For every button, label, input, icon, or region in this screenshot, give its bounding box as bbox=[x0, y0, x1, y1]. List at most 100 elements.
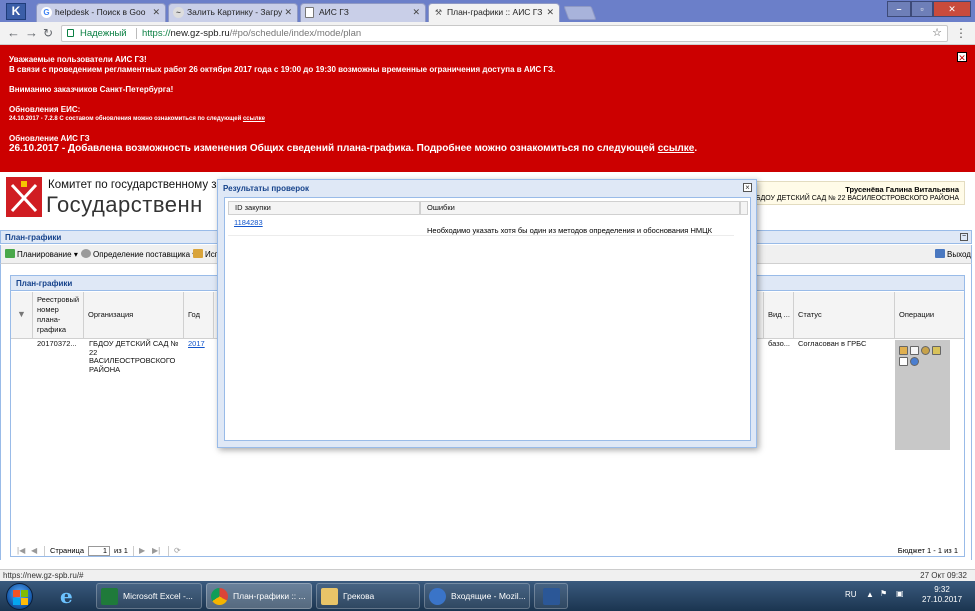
tab-upload-image[interactable]: ~ Залить Картинку - Загру ✕ bbox=[168, 3, 298, 22]
filter-icon: ▼ bbox=[17, 309, 26, 319]
url-input[interactable]: Надежный https://new.gz-spb.ru/#po/sched… bbox=[61, 25, 948, 42]
column-filter[interactable]: ▼ bbox=[11, 292, 33, 339]
tab-title: helpdesk - Поиск в Goo bbox=[55, 7, 146, 17]
status-bar: https://new.gz-spb.ru/# 27 Окт 09:32 bbox=[0, 569, 975, 581]
column-purchase-id[interactable]: ID закупки bbox=[228, 201, 420, 215]
reload-icon[interactable]: ↻ bbox=[43, 25, 53, 41]
network-icon[interactable]: ▣ bbox=[896, 589, 904, 598]
window-controls: – ▫ ✕ bbox=[887, 1, 971, 17]
dialog-close-icon[interactable]: × bbox=[743, 183, 752, 192]
banner-eis-title: Обновления ЕИС: bbox=[9, 105, 81, 114]
settings-icon[interactable] bbox=[921, 346, 930, 355]
tab-helpdesk-search[interactable]: G helpdesk - Поиск в Goo ✕ bbox=[36, 3, 166, 22]
collapse-button[interactable]: − bbox=[960, 233, 968, 241]
flag-icon[interactable]: ⚑ bbox=[880, 589, 887, 598]
tab-title: АИС ГЗ bbox=[319, 7, 349, 17]
result-row[interactable]: 1184283 Необходимо указать хотя бы один … bbox=[228, 216, 734, 236]
last-page-button[interactable]: ▶| bbox=[152, 545, 160, 557]
banner-ais-text: 26.10.2017 - Добавлена возможность измен… bbox=[9, 143, 698, 154]
minimize-button[interactable]: – bbox=[887, 1, 911, 17]
tab-close-icon[interactable]: ✕ bbox=[412, 4, 420, 21]
execution-menu-button[interactable]: Исп bbox=[193, 248, 219, 261]
user-name: Трусенёва Галина Витальевна bbox=[845, 185, 959, 194]
tab-ais-gz[interactable]: АИС ГЗ ✕ bbox=[300, 3, 426, 22]
exit-icon bbox=[935, 249, 945, 258]
page-icon bbox=[305, 7, 314, 18]
chrome-icon bbox=[211, 588, 228, 605]
page-label: Страница bbox=[50, 546, 84, 555]
banner-ais-title: Обновление АИС ГЗ bbox=[9, 134, 90, 143]
system-clock[interactable]: 9:32 27.10.2017 bbox=[922, 585, 962, 605]
supplier-menu-button[interactable]: Определение поставщика ▾ bbox=[81, 248, 196, 261]
banner-customers: Вниманию заказчиков Санкт-Петербурга! bbox=[9, 85, 174, 94]
column-organization[interactable]: Организация bbox=[84, 292, 184, 339]
bookmark-star-icon[interactable]: ☆ bbox=[932, 26, 942, 41]
internet-explorer-icon[interactable]: e bbox=[60, 584, 73, 608]
column-year[interactable]: Год bbox=[184, 292, 214, 339]
document-icon[interactable] bbox=[910, 346, 919, 355]
tab-close-icon[interactable]: ✕ bbox=[284, 4, 292, 21]
error-text: Необходимо указать хотя бы один из метод… bbox=[427, 226, 713, 235]
browser-tab-strip: K G helpdesk - Поиск в Goo ✕ ~ Залить Ка… bbox=[0, 0, 975, 22]
banner-eis-text: 24.10.2017 - 7.2.8 С составом обновления… bbox=[9, 116, 265, 122]
banner-maintenance: В связи с проведением регламентных работ… bbox=[9, 65, 556, 74]
eis-link[interactable]: ссылке bbox=[243, 116, 265, 122]
operations-cell bbox=[895, 340, 950, 450]
column-registry-number[interactable]: Реестровый номер плана- графика bbox=[33, 292, 84, 339]
start-button[interactable] bbox=[6, 583, 33, 610]
exit-button[interactable]: Выход bbox=[935, 248, 971, 261]
browser-menu-icon[interactable]: ⋮ bbox=[955, 26, 967, 40]
page-icon[interactable] bbox=[899, 357, 908, 366]
banner-close-icon[interactable]: ✕ bbox=[957, 52, 967, 63]
taskbar-thunderbird[interactable]: Входящие - Mozil... bbox=[424, 583, 530, 609]
windows-taskbar: e Microsoft Excel -... План-графики :: .… bbox=[0, 581, 975, 611]
taskbar-folder[interactable]: Грекова bbox=[316, 583, 420, 609]
column-status[interactable]: Статус bbox=[794, 292, 895, 339]
language-indicator[interactable]: RU bbox=[845, 590, 857, 599]
print-icon[interactable] bbox=[932, 346, 941, 355]
maximize-button[interactable]: ▫ bbox=[911, 1, 933, 17]
tab-close-icon[interactable]: ✕ bbox=[152, 4, 160, 21]
column-errors[interactable]: Ошибки bbox=[420, 201, 740, 215]
close-window-button[interactable]: ✕ bbox=[933, 1, 971, 17]
panel-title: План-графики bbox=[5, 233, 62, 242]
ais-link[interactable]: ссылке bbox=[658, 143, 695, 154]
tab-close-icon[interactable]: ✕ bbox=[546, 4, 554, 21]
dialog-title: Результаты проверок bbox=[223, 184, 309, 193]
tray-arrow-icon[interactable]: ▲ bbox=[866, 590, 874, 599]
column-operations[interactable]: Операции bbox=[895, 292, 964, 339]
row-status: Согласован в ГРБС bbox=[798, 339, 867, 348]
k-app-icon[interactable]: K bbox=[6, 3, 26, 20]
tab-schedule-plans[interactable]: ⚒ План-графики :: АИС ГЗ ✕ bbox=[428, 3, 560, 22]
taskbar-excel[interactable]: Microsoft Excel -... bbox=[96, 583, 202, 609]
word-icon bbox=[543, 588, 560, 605]
forward-arrow-icon[interactable]: → bbox=[25, 25, 38, 41]
contract-icon bbox=[193, 249, 203, 258]
year-link[interactable]: 2017 bbox=[188, 339, 205, 348]
edit-icon[interactable] bbox=[899, 346, 908, 355]
planning-menu-button[interactable]: Планирование ▾ bbox=[5, 248, 78, 261]
back-arrow-icon[interactable]: ← bbox=[7, 25, 20, 41]
page-count: из 1 bbox=[114, 546, 128, 555]
purchase-id-link[interactable]: 1184283 bbox=[234, 218, 263, 227]
row-year[interactable]: 2017 bbox=[188, 339, 205, 349]
thunderbird-icon bbox=[429, 588, 446, 605]
row-organization: ГБДОУ ДЕТСКИЙ САД № 22 ВАСИЛЕОСТРОВСКОГО… bbox=[89, 339, 179, 374]
planning-icon bbox=[5, 249, 15, 258]
next-page-button[interactable]: ▶ bbox=[139, 545, 145, 557]
excel-icon bbox=[101, 588, 118, 605]
info-icon[interactable] bbox=[910, 357, 919, 366]
google-icon: G bbox=[41, 7, 52, 18]
taskbar-word[interactable] bbox=[534, 583, 568, 609]
page-number-input[interactable]: 1 bbox=[88, 546, 110, 556]
tab-title: Залить Картинку - Загру bbox=[187, 7, 283, 17]
status-datetime: 27 Окт 09:32 bbox=[920, 571, 967, 580]
column-kind[interactable]: Вид ... bbox=[764, 292, 794, 339]
new-tab-button[interactable] bbox=[563, 6, 597, 20]
row-kind: базо... bbox=[768, 339, 790, 348]
prev-page-button[interactable]: ◀ bbox=[31, 545, 37, 557]
first-page-button[interactable]: |◀ bbox=[17, 545, 25, 557]
refresh-icon[interactable]: ⟳ bbox=[174, 545, 181, 557]
gear-icon bbox=[81, 249, 91, 258]
taskbar-chrome[interactable]: План-графики :: ... bbox=[206, 583, 312, 609]
